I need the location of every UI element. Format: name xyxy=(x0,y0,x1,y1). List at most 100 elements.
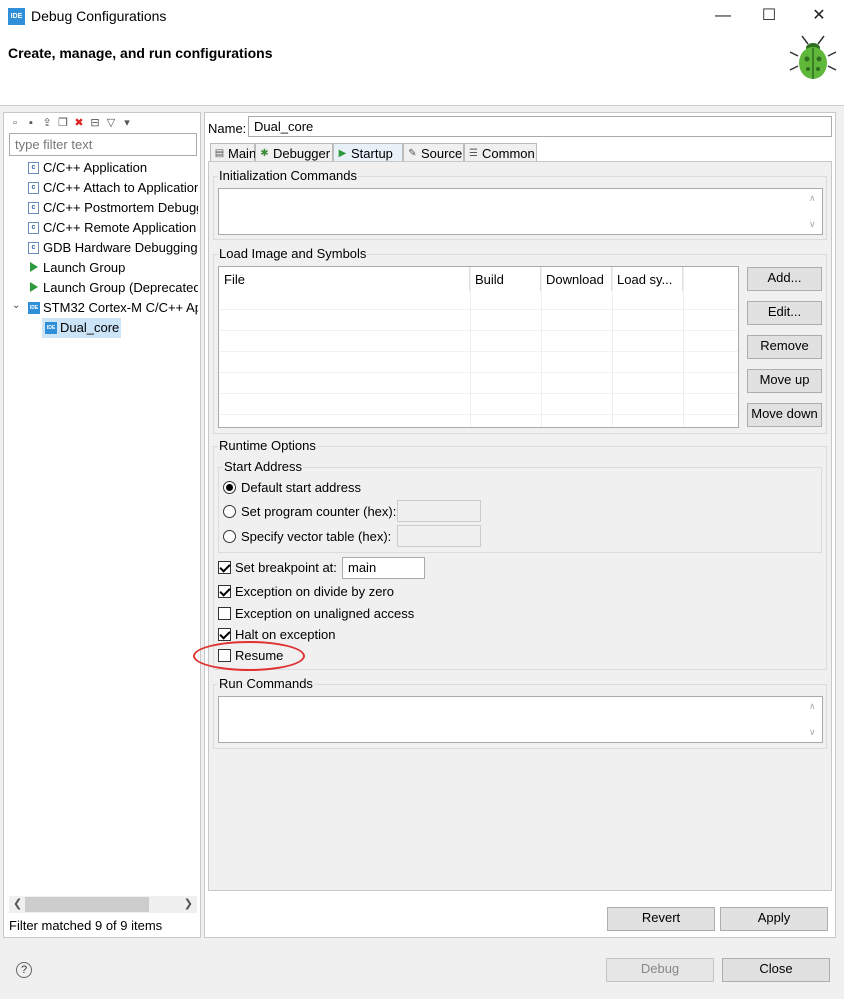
tree-item[interactable]: c C/C++ Remote Application xyxy=(4,218,198,238)
program-counter-input[interactable] xyxy=(397,500,481,522)
table-row[interactable] xyxy=(219,414,738,427)
tree-item-selected[interactable]: IDE Dual_core xyxy=(4,318,198,338)
launch-icon xyxy=(30,262,38,272)
exception-unaligned-checkbox[interactable] xyxy=(218,607,231,620)
filter-input[interactable] xyxy=(9,133,197,156)
launch-icon xyxy=(30,282,38,292)
new-config-icon[interactable]: ▫ xyxy=(8,116,22,130)
run-commands-textarea[interactable]: ∧ ∨ xyxy=(218,696,823,743)
collapse-icon[interactable]: ⊟ xyxy=(88,116,102,130)
vector-table-input[interactable] xyxy=(397,525,481,547)
load-image-table[interactable]: File Build Download Load sy... xyxy=(218,266,739,428)
filter-icon[interactable]: ▽ xyxy=(104,116,118,130)
duplicate-icon[interactable]: ❐ xyxy=(56,116,70,130)
minimize-button[interactable]: — xyxy=(700,0,746,32)
table-row[interactable] xyxy=(219,372,738,393)
tab-debugger[interactable]: ✱ Debugger xyxy=(255,143,333,163)
revert-button[interactable]: Revert xyxy=(607,907,715,931)
exception-divide-label: Exception on divide by zero xyxy=(235,584,394,599)
table-row[interactable] xyxy=(219,309,738,330)
window-title: Debug Configurations xyxy=(31,8,167,24)
default-start-address-label: Default start address xyxy=(241,480,361,495)
maximize-button[interactable]: ☐ xyxy=(746,0,792,32)
title-bar: IDE Debug Configurations — ☐ ✕ xyxy=(0,0,844,32)
tab-common[interactable]: ☰ Common xyxy=(464,143,537,163)
specify-vector-table-radio[interactable] xyxy=(223,530,236,543)
c-icon: c xyxy=(28,182,39,194)
name-input[interactable] xyxy=(248,116,832,137)
scrollbar-thumb[interactable] xyxy=(25,897,149,912)
exception-unaligned-label: Exception on unaligned access xyxy=(235,606,415,621)
chevron-right-icon[interactable]: ❯ xyxy=(184,896,193,913)
column-header-build[interactable]: Build xyxy=(470,267,541,291)
tree-item[interactable]: ⌄ IDE STM32 Cortex-M C/C++ Application xyxy=(4,298,198,318)
chevron-down-icon[interactable]: ⌄ xyxy=(12,300,20,311)
help-icon[interactable]: ? xyxy=(16,962,32,978)
tree-item[interactable]: c GDB Hardware Debugging xyxy=(4,238,198,258)
new-proto-icon[interactable]: ▪ xyxy=(24,116,38,130)
filter-status: Filter matched 9 of 9 items xyxy=(9,918,163,933)
runtime-options-title: Runtime Options xyxy=(218,438,317,453)
set-breakpoint-checkbox[interactable] xyxy=(218,561,231,574)
load-image-title: Load Image and Symbols xyxy=(218,246,368,261)
chevron-down-icon[interactable]: ∨ xyxy=(809,727,816,738)
column-header-empty xyxy=(683,267,738,291)
tab-source[interactable]: ✎ Source xyxy=(403,143,464,163)
delete-icon[interactable]: ✖ xyxy=(72,116,86,130)
remove-button[interactable]: Remove xyxy=(747,335,822,359)
exception-divide-checkbox[interactable] xyxy=(218,585,231,598)
tree-item[interactable]: Launch Group xyxy=(4,258,198,278)
ide-icon: IDE xyxy=(45,322,57,334)
tab-startup[interactable]: ▶ Startup xyxy=(333,143,403,163)
chevron-down-icon[interactable]: ∨ xyxy=(809,219,816,230)
configuration-list-panel: ▫ ▪ ⇪ ❐ ✖ ⊟ ▽ ▾ c C/C++ Application c C/… xyxy=(3,112,201,938)
tree-item[interactable]: Launch Group (Deprecated) xyxy=(4,278,198,298)
column-header-download[interactable]: Download xyxy=(541,267,612,291)
chevron-up-icon[interactable]: ∧ xyxy=(809,701,816,712)
annotation-ellipse xyxy=(193,641,305,671)
configuration-editor-panel: Name: ▤ Main ✱ Debugger ▶ Startup ✎ Sour… xyxy=(204,112,836,938)
menu-icon[interactable]: ▾ xyxy=(120,116,134,130)
ide-app-icon: IDE xyxy=(8,8,25,25)
breakpoint-input[interactable]: main xyxy=(342,557,425,579)
column-header-load-symbols[interactable]: Load sy... xyxy=(612,267,683,291)
table-row[interactable] xyxy=(219,330,738,351)
init-commands-title: Initialization Commands xyxy=(218,168,359,183)
default-start-address-radio[interactable] xyxy=(223,481,236,494)
bug-icon xyxy=(789,35,837,79)
export-icon[interactable]: ⇪ xyxy=(40,116,54,130)
tree-item[interactable]: c C/C++ Application xyxy=(4,158,198,178)
common-tab-icon: ☰ xyxy=(469,148,478,159)
c-icon: c xyxy=(28,162,39,174)
apply-button[interactable]: Apply xyxy=(720,907,828,931)
edit-button[interactable]: Edit... xyxy=(747,301,822,325)
table-row[interactable] xyxy=(219,393,738,414)
close-window-button[interactable]: ✕ xyxy=(796,0,842,32)
move-down-button[interactable]: Move down xyxy=(747,403,822,427)
startup-tab-icon: ▶ xyxy=(338,148,347,159)
set-breakpoint-label: Set breakpoint at: xyxy=(235,560,337,575)
dialog-heading: Create, manage, and run configurations xyxy=(8,45,273,61)
init-commands-textarea[interactable]: ∧ ∨ xyxy=(218,188,823,235)
tree-item[interactable]: c C/C++ Postmortem Debugger xyxy=(4,198,198,218)
chevron-left-icon[interactable]: ❮ xyxy=(13,896,22,913)
vertical-scrollbar[interactable]: ∧ ∨ xyxy=(806,189,822,234)
run-commands-title: Run Commands xyxy=(218,676,314,691)
tree-item[interactable]: c C/C++ Attach to Application xyxy=(4,178,198,198)
halt-on-exception-label: Halt on exception xyxy=(235,627,336,642)
tab-main[interactable]: ▤ Main xyxy=(210,143,256,163)
debugger-tab-icon: ✱ xyxy=(260,148,269,159)
vertical-scrollbar[interactable]: ∧ ∨ xyxy=(806,697,822,742)
move-up-button[interactable]: Move up xyxy=(747,369,822,393)
c-icon: c xyxy=(28,202,39,214)
set-program-counter-radio[interactable] xyxy=(223,505,236,518)
specify-vector-table-label: Specify vector table (hex): xyxy=(241,529,392,544)
close-button[interactable]: Close xyxy=(722,958,830,982)
add-button[interactable]: Add... xyxy=(747,267,822,291)
halt-on-exception-checkbox[interactable] xyxy=(218,628,231,641)
column-header-file[interactable]: File xyxy=(219,267,470,291)
chevron-up-icon[interactable]: ∧ xyxy=(809,193,816,204)
table-row[interactable] xyxy=(219,351,738,372)
debug-button[interactable]: Debug xyxy=(606,958,714,982)
horizontal-scrollbar[interactable]: ❮ ❯ xyxy=(9,896,197,913)
